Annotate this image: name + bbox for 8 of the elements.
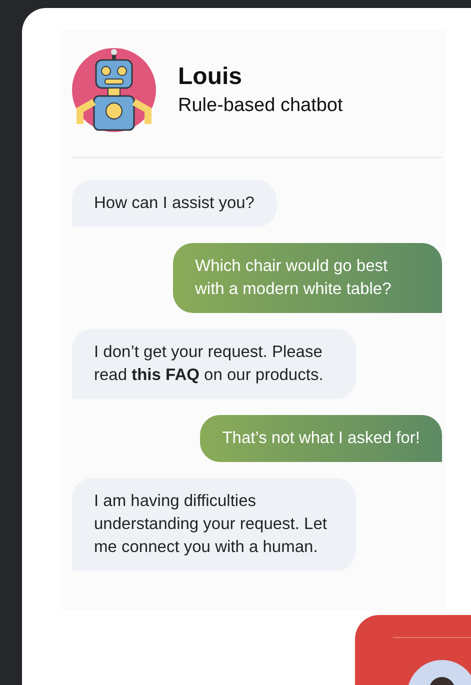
bot-message: I don’t get your request. Please read this FAQ on our products.	[72, 329, 356, 399]
robot-avatar-icon	[72, 48, 156, 132]
bot-message: How can I assist you?	[72, 180, 276, 227]
bot-message: I am having difficulties understanding your request. Let me connect you with a human.	[72, 478, 356, 571]
bot-subtitle: Rule-based chatbot	[178, 95, 343, 117]
user-message: That’s not what I asked for!	[200, 415, 442, 462]
user-message: Which chair would go best with a modern white table?	[173, 243, 442, 313]
bot-name: Louis	[178, 63, 243, 91]
